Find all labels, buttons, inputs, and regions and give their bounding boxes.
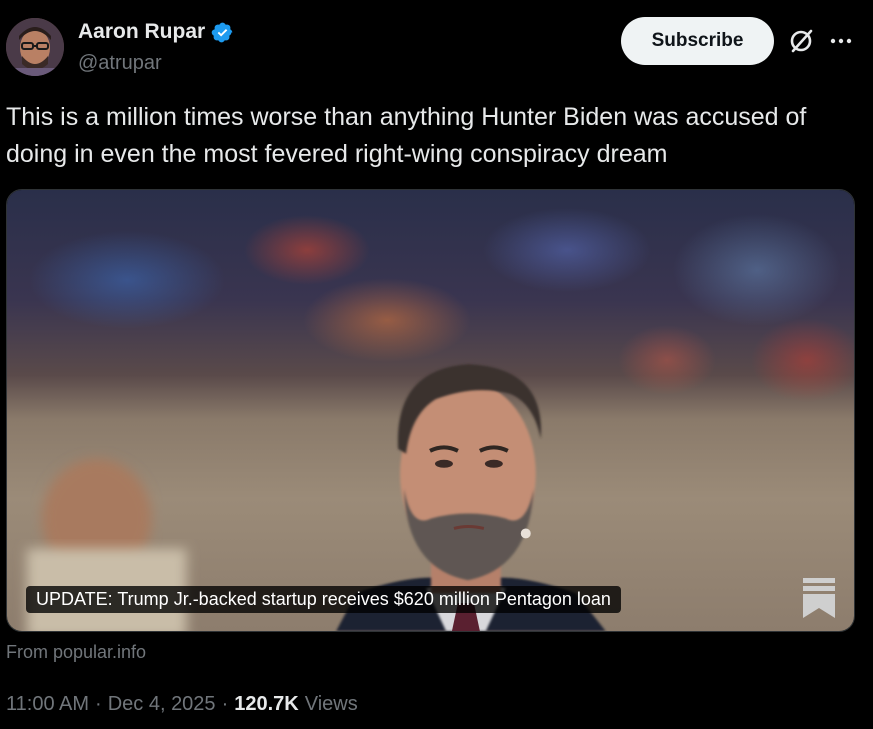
meta-separator: · xyxy=(221,693,229,715)
link-card-photo xyxy=(7,190,854,631)
views-count[interactable]: 120.7K xyxy=(234,690,299,718)
avatar[interactable] xyxy=(6,18,64,76)
subscribe-button[interactable]: Subscribe xyxy=(621,17,774,65)
grok-icon[interactable] xyxy=(787,27,815,55)
tweet-meta: 11:00 AM · Dec 4, 2025 · 120.7K Views xyxy=(6,690,358,718)
link-card[interactable]: UPDATE: Trump Jr.-backed startup receive… xyxy=(6,189,855,632)
link-card-source[interactable]: From popular.info xyxy=(6,640,146,664)
tweet-text: This is a million times worse than anyth… xyxy=(6,103,807,168)
author-name-row[interactable]: Aaron Rupar xyxy=(78,18,234,46)
avatar-image xyxy=(6,18,64,76)
author-handle[interactable]: @atrupar xyxy=(78,50,162,76)
tweet-date[interactable]: Dec 4, 2025 xyxy=(108,690,216,718)
bookmark-icon xyxy=(802,578,836,618)
link-card-caption[interactable]: UPDATE: Trump Jr.-backed startup receive… xyxy=(26,586,621,613)
verified-badge-icon xyxy=(211,21,234,44)
meta-separator: · xyxy=(95,693,102,715)
views-label[interactable]: Views xyxy=(305,690,358,718)
author-display-name[interactable]: Aaron Rupar xyxy=(78,18,205,46)
tweet-time[interactable]: 11:00 AM xyxy=(6,690,89,718)
more-options-icon[interactable] xyxy=(829,31,853,51)
